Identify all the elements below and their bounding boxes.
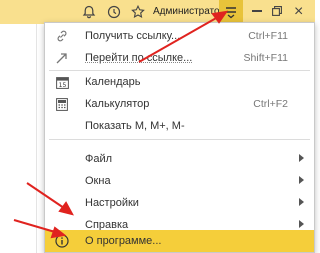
menu-item-label: О программе... bbox=[85, 235, 162, 247]
menu-item-shortcut: Ctrl+F2 bbox=[253, 98, 288, 110]
star-icon[interactable] bbox=[129, 3, 147, 21]
menu-item-file[interactable]: Файл bbox=[45, 148, 314, 170]
info-icon bbox=[55, 234, 69, 248]
minimize-button[interactable] bbox=[252, 10, 262, 12]
menu-item-calendar[interactable]: 15 Календарь bbox=[45, 71, 314, 93]
menu-item-shortcut: Shift+F11 bbox=[243, 52, 288, 64]
menu-item-shortcut: Ctrl+F11 bbox=[248, 30, 288, 42]
main-menu-dropdown: Получить ссылку... Ctrl+F11 Перейти по с… bbox=[44, 22, 315, 253]
main-menu-button[interactable] bbox=[219, 0, 243, 24]
menu-item-get-link[interactable]: Получить ссылку... Ctrl+F11 bbox=[45, 25, 314, 47]
menu-item-label: Получить ссылку... bbox=[85, 30, 181, 42]
menu-item-label: Настройки bbox=[85, 197, 139, 209]
history-icon[interactable] bbox=[105, 3, 123, 21]
background-panel bbox=[0, 24, 37, 253]
menu-item-label: Калькулятор bbox=[85, 98, 150, 110]
menu-item-calculator[interactable]: Калькулятор Ctrl+F2 bbox=[45, 93, 314, 115]
restore-button[interactable] bbox=[272, 6, 282, 16]
menu-item-follow-link[interactable]: Перейти по ссылке... Shift+F11 bbox=[45, 47, 314, 69]
follow-link-icon bbox=[55, 51, 69, 65]
menu-item-label: Файл bbox=[85, 153, 113, 165]
current-user[interactable]: Администратор bbox=[153, 6, 225, 17]
menu-item-label: Окна bbox=[85, 175, 111, 187]
svg-text:15: 15 bbox=[58, 82, 66, 89]
menu-item-label: Перейти по ссылке... bbox=[85, 52, 193, 64]
menu-item-settings[interactable]: Настройки bbox=[45, 192, 314, 214]
submenu-arrow-icon bbox=[299, 176, 304, 184]
calendar-icon: 15 bbox=[55, 75, 69, 89]
menu-item-windows[interactable]: Окна bbox=[45, 170, 314, 192]
title-bar: Администратор × bbox=[0, 0, 315, 24]
close-button[interactable]: × bbox=[294, 3, 303, 21]
submenu-arrow-icon bbox=[299, 220, 304, 228]
menu-item-label: Показать М, М+, М- bbox=[85, 120, 185, 132]
menu-item-show-memory[interactable]: Показать М, М+, М- bbox=[45, 115, 314, 137]
submenu-arrow-icon bbox=[299, 154, 304, 162]
bell-icon[interactable] bbox=[80, 3, 98, 21]
hamburger-icon bbox=[226, 7, 236, 19]
menu-separator bbox=[49, 139, 310, 140]
calculator-icon bbox=[55, 97, 69, 111]
menu-item-label: Календарь bbox=[85, 76, 141, 88]
link-icon bbox=[55, 29, 69, 43]
menu-item-about[interactable]: О программе... bbox=[45, 230, 314, 252]
submenu-arrow-icon bbox=[299, 198, 304, 206]
